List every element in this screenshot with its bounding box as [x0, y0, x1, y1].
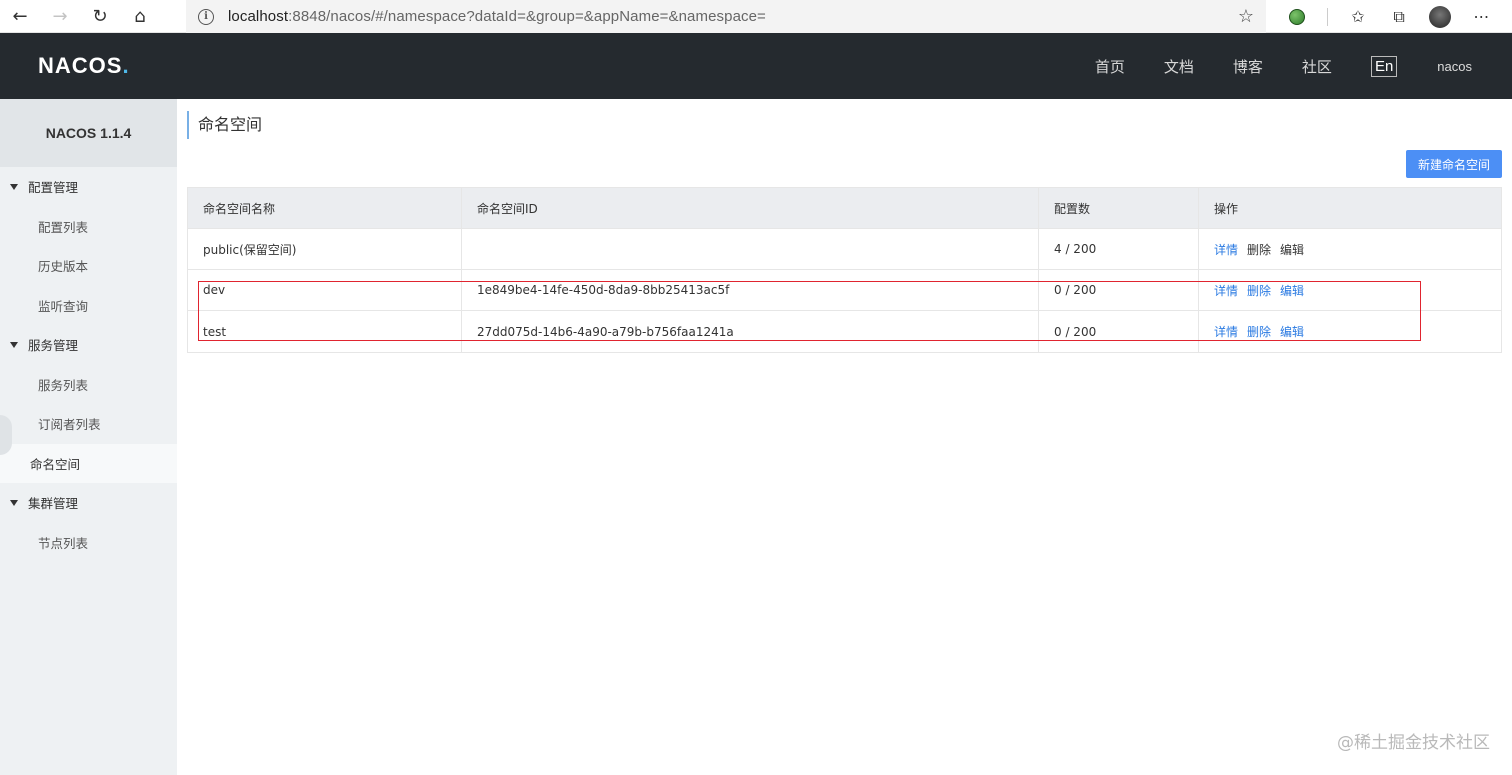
app-header: NACOS. 首页 文档 博客 社区 En nacos	[0, 33, 1512, 99]
row-actions: 详情 删除 编辑	[1199, 311, 1501, 352]
detail-link[interactable]: 详情	[1214, 282, 1238, 299]
delete-link[interactable]: 删除	[1247, 323, 1271, 340]
collections-icon[interactable]: ⧉	[1388, 6, 1410, 28]
address-bar[interactable]: i localhost:8848/nacos/#/namespace?dataI…	[186, 0, 1266, 33]
sidebar-group-service[interactable]: 服务管理	[0, 325, 177, 365]
nav-community[interactable]: 社区	[1302, 56, 1332, 77]
sidebar-item-config-list[interactable]: 配置列表	[0, 207, 177, 247]
table-header-row: 命名空间名称 命名空间ID 配置数 操作	[188, 188, 1501, 229]
refresh-icon[interactable]: ↻	[80, 0, 120, 33]
config-count: 4 / 200	[1039, 229, 1199, 269]
url-text: localhost:8848/nacos/#/namespace?dataId=…	[228, 8, 766, 25]
logo-text: NACOS	[38, 53, 123, 78]
namespace-id: 27dd075d-14b6-4a90-a79b-b756faa1241a	[462, 311, 1039, 352]
extension-globe-icon[interactable]	[1286, 6, 1308, 28]
globe-icon	[1288, 8, 1305, 25]
sidebar-group-label: 配置管理	[28, 180, 79, 196]
url-host: localhost	[228, 8, 289, 25]
forward-arrow-icon[interactable]: →	[40, 0, 80, 33]
table-row: public(保留空间) 4 / 200 详情 删除 编辑	[188, 229, 1501, 270]
column-header: 命名空间名称	[188, 188, 462, 228]
browser-extensions: ✩ ⧉ ⋯	[1266, 0, 1512, 33]
column-header: 命名空间ID	[462, 188, 1039, 228]
namespace-name: test	[188, 311, 462, 352]
sidebar-item-history[interactable]: 历史版本	[0, 246, 177, 286]
sidebar-item-listener-query[interactable]: 监听查询	[0, 286, 177, 326]
config-count: 0 / 200	[1039, 311, 1199, 352]
user-menu[interactable]: nacos	[1437, 59, 1472, 74]
home-icon[interactable]: ⌂	[120, 0, 160, 33]
profile-avatar[interactable]	[1429, 5, 1452, 28]
row-actions: 详情 删除 编辑	[1199, 270, 1501, 310]
caret-down-icon	[10, 499, 18, 506]
detail-link[interactable]: 详情	[1214, 241, 1238, 258]
nav-home[interactable]: 首页	[1095, 56, 1125, 77]
column-header: 操作	[1214, 201, 1239, 216]
browser-toolbar: ← → ↻ ⌂ i localhost:8848/nacos/#/namespa…	[0, 0, 1512, 33]
avatar	[1429, 5, 1452, 28]
watermark: @稀土掘金技术社区	[1337, 733, 1490, 753]
page-title: 命名空间	[187, 111, 262, 139]
url-path: :8848/nacos/#/namespace?dataId=&group=&a…	[288, 8, 766, 25]
config-count: 0 / 200	[1039, 270, 1199, 310]
caret-down-icon	[10, 183, 18, 190]
sidebar-group-config[interactable]: 配置管理	[0, 167, 177, 207]
namespace-name: dev	[188, 270, 462, 310]
sidebar-item-service-list[interactable]: 服务列表	[0, 365, 177, 405]
language-switch-button[interactable]: En	[1370, 55, 1398, 77]
caret-down-icon	[10, 341, 18, 348]
delete-link[interactable]: 删除	[1247, 282, 1271, 299]
main-content: 命名空间 新建命名空间 命名空间名称 命名空间ID 配置数 操作 public(…	[177, 99, 1512, 775]
logo-dot: .	[122, 53, 130, 78]
edit-link[interactable]: 编辑	[1280, 323, 1304, 340]
nav-docs[interactable]: 文档	[1164, 56, 1194, 77]
sidebar-group-label: 服务管理	[28, 338, 79, 354]
edit-link[interactable]: 编辑	[1280, 241, 1304, 258]
create-namespace-button[interactable]: 新建命名空间	[1405, 150, 1502, 178]
table-row: test 27dd075d-14b6-4a90-a79b-b756faa1241…	[188, 311, 1501, 352]
favorites-list-icon[interactable]: ✩	[1347, 6, 1369, 28]
favorite-star-icon[interactable]: ☆	[1238, 6, 1254, 27]
namespace-id: 1e849be4-14fe-450d-8da9-8bb25413ac5f	[462, 270, 1039, 310]
namespace-name: public(保留空间)	[188, 229, 462, 269]
info-icon[interactable]: i	[198, 8, 214, 25]
nav-blog[interactable]: 博客	[1233, 56, 1263, 77]
sidebar-item-namespace[interactable]: 命名空间	[0, 443, 177, 483]
sidebar-group-label: 集群管理	[28, 496, 79, 512]
table-row: dev 1e849be4-14fe-450d-8da9-8bb25413ac5f…	[188, 270, 1501, 311]
namespace-table: 命名空间名称 命名空间ID 配置数 操作 public(保留空间) 4 / 20…	[187, 187, 1502, 353]
sidebar: NACOS 1.1.4 配置管理 配置列表 历史版本 监听查询 服务管理 服务列…	[0, 99, 177, 775]
header-nav: 首页 文档 博客 社区 En nacos	[1095, 33, 1512, 99]
edit-link[interactable]: 编辑	[1280, 282, 1304, 299]
sidebar-version-title: NACOS 1.1.4	[0, 99, 177, 167]
sidebar-collapse-handle[interactable]	[0, 415, 12, 455]
sidebar-item-subscriber-list[interactable]: 订阅者列表	[0, 404, 177, 444]
delete-link[interactable]: 删除	[1247, 241, 1271, 258]
row-actions: 详情 删除 编辑	[1199, 229, 1501, 269]
back-arrow-icon[interactable]: ←	[0, 0, 40, 33]
detail-link[interactable]: 详情	[1214, 323, 1238, 340]
sidebar-group-cluster[interactable]: 集群管理	[0, 483, 177, 523]
nacos-logo[interactable]: NACOS.	[38, 53, 130, 79]
more-menu-icon[interactable]: ⋯	[1470, 6, 1492, 28]
namespace-id	[462, 229, 1039, 269]
toolbar-divider	[1326, 7, 1328, 26]
column-header: 配置数	[1039, 188, 1199, 228]
sidebar-item-node-list[interactable]: 节点列表	[0, 523, 177, 563]
